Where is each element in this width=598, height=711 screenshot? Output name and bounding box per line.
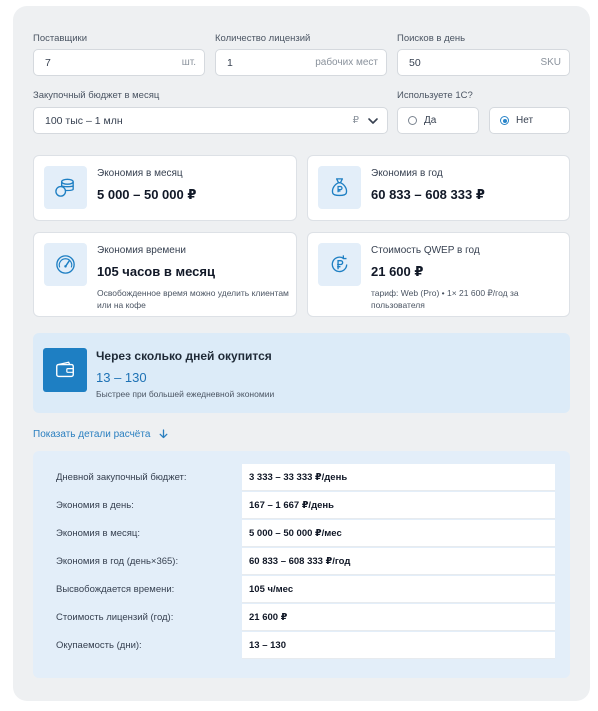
budget-label: Закупочный бюджет в месяц [33,90,160,101]
detail-label: Экономия в год (день×365): [56,556,179,567]
card-savings-year: Экономия в год 60 833 – 608 333 ₽ [307,155,570,221]
table-row: Экономия в день: 167 – 1 667 ₽/день [33,492,570,519]
chevron-down-icon [368,118,378,124]
ruble-refresh-icon [331,255,348,273]
wallet-icon [56,361,74,378]
card-time-savings: Экономия времени 105 часов в месяц Освоб… [33,232,297,317]
licenses-unit: рабочих мест [315,57,378,68]
radio-1c-no[interactable]: Нет [489,107,570,134]
coins-icon [55,178,74,197]
detail-label: Экономия в месяц: [56,528,141,539]
payback-panel: Через сколько дней окупится 13 – 130 Быс… [33,333,570,413]
card-value: 105 часов в месяц [97,264,215,279]
table-row: Окупаемость (дни): 13 – 130 [33,632,570,659]
radio-dot-no [500,116,509,125]
budget-unit: ₽ [352,115,359,126]
payback-note: Быстрее при большей ежедневной экономии [96,389,275,399]
card-note: Освобожденное время можно уделить клиент… [97,288,289,310]
budget-value: 100 тыс – 1 млн [45,115,123,127]
uses-1c-label: Используете 1С? [397,90,473,101]
searches-unit: SKU [540,57,561,68]
detail-value: 60 833 – 608 333 ₽/год [242,548,555,575]
licenses-input[interactable]: 1 рабочих мест [215,49,387,76]
detail-label: Дневной закупочный бюджет: [56,472,187,483]
card-value: 60 833 – 608 333 ₽ [371,187,485,202]
licenses-label: Количество лицензий [215,33,311,44]
detail-label: Окупаемость (дни): [56,640,142,651]
radio-1c-yes[interactable]: Да [397,107,479,134]
show-details-link[interactable]: Показать детали расчёта [33,429,168,440]
detail-value: 3 333 – 33 333 ₽/день [242,464,555,491]
card-license-cost: Стоимость QWEP в год 21 600 ₽ тариф: Web… [307,232,570,317]
licenses-value: 1 [227,57,233,69]
card-note: тариф: Web (Pro) • 1× 21 600 ₽/год за по… [371,288,519,310]
arrow-down-icon [159,429,168,439]
radio-dot-yes [408,116,417,125]
searches-label: Поисков в день [397,33,466,44]
speedometer-icon [56,255,75,274]
card-title: Экономия времени [97,245,186,256]
card-value: 5 000 – 50 000 ₽ [97,187,197,202]
detail-label: Высвобождается времени: [56,584,175,595]
searches-value: 50 [409,57,421,69]
card-title: Стоимость QWEP в год [371,245,480,256]
card-title: Экономия в год [371,168,443,179]
payback-title: Через сколько дней окупится [96,349,272,363]
card-title: Экономия в месяц [97,168,183,179]
money-bag-icon [331,178,348,197]
table-row: Экономия в месяц: 5 000 – 50 000 ₽/мес [33,520,570,547]
suppliers-unit: шт. [181,57,196,68]
detail-value: 167 – 1 667 ₽/день [242,492,555,519]
payback-value: 13 – 130 [96,370,147,385]
details-table: Дневной закупочный бюджет: 3 333 – 33 33… [33,451,570,678]
searches-input[interactable]: 50 SKU [397,49,570,76]
card-value: 21 600 ₽ [371,264,424,279]
card-savings-month: Экономия в месяц 5 000 – 50 000 ₽ [33,155,297,221]
radio-yes-label: Да [424,115,437,126]
show-details-label: Показать детали расчёта [33,429,151,440]
detail-value: 105 ч/мес [242,576,555,603]
detail-label: Стоимость лицензий (год): [56,612,174,623]
table-row: Высвобождается времени: 105 ч/мес [33,576,570,603]
table-row: Стоимость лицензий (год): 21 600 ₽ [33,604,570,631]
detail-value: 13 – 130 [242,632,555,659]
detail-label: Экономия в день: [56,500,134,511]
table-row: Дневной закупочный бюджет: 3 333 – 33 33… [33,464,570,491]
suppliers-input[interactable]: 7 шт. [33,49,205,76]
detail-value: 5 000 – 50 000 ₽/мес [242,520,555,547]
table-row: Экономия в год (день×365): 60 833 – 608 … [33,548,570,575]
detail-value: 21 600 ₽ [242,604,555,631]
radio-no-label: Нет [516,115,534,126]
suppliers-label: Поставщики [33,33,88,44]
budget-select[interactable]: 100 тыс – 1 млн ₽ [33,107,388,134]
suppliers-value: 7 [45,57,51,69]
